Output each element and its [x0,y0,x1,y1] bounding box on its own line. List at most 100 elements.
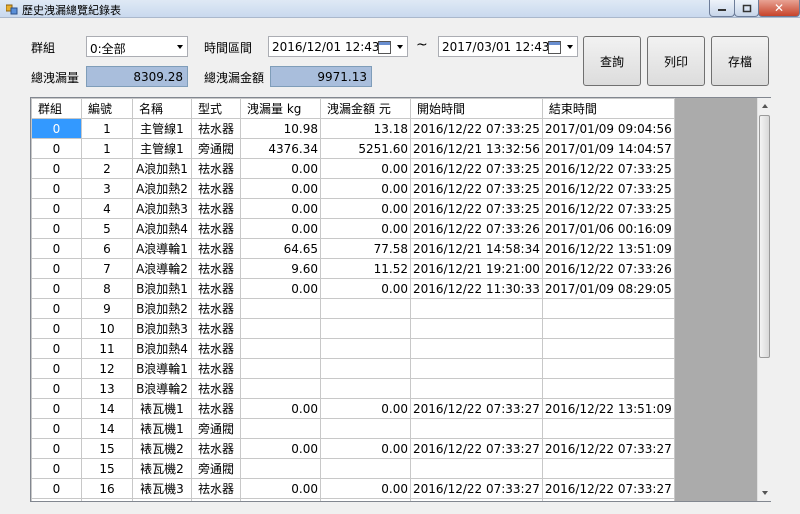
start-date-picker[interactable]: 2016/12/01 12:43 [268,36,408,57]
table-row[interactable]: 0 4 A浪加熱3 祛水器 0.00 0.00 2016/12/22 07:33:25 201… [31,198,675,219]
table-cell[interactable]: 0.00 [320,478,411,499]
table-cell[interactable]: 2016/12/22 07:33:27 [541,478,675,499]
table-cell[interactable]: 祛水器 [191,118,241,139]
table-cell[interactable]: 2016/12/22 07:33:27 [410,478,543,499]
table-cell[interactable]: 0 [31,378,82,399]
table-cell[interactable]: 0 [31,478,82,499]
table-cell[interactable]: 6 [81,238,133,259]
table-cell[interactable]: 11.52 [320,258,411,279]
query-button[interactable]: 查詢 [583,36,641,86]
table-cell[interactable]: 2016/12/22 11:30:33 [410,278,543,299]
table-cell[interactable]: 0.00 [320,158,411,179]
table-row[interactable]: 0 6 A浪導輪1 祛水器 64.65 77.58 2016/12/21 14:58:34 2… [31,238,675,259]
table-row[interactable]: 0 2 A浪加熱1 祛水器 0.00 0.00 2016/12/22 07:33:25 201… [31,158,675,179]
table-cell[interactable]: 祛水器 [191,398,241,419]
table-cell[interactable]: 0 [31,358,82,379]
table-cell[interactable]: 14 [81,418,133,439]
table-cell[interactable]: 2016/12/22 07:33:25 [410,198,543,219]
table-cell[interactable] [410,458,543,479]
table-cell[interactable] [410,358,543,379]
table-cell[interactable]: 2016/12/21 13:32:56 [410,138,543,159]
table-cell[interactable]: 0 [31,458,82,479]
table-cell[interactable]: 10 [81,318,133,339]
table-cell[interactable] [410,418,543,439]
table-row[interactable]: 0 14 裱瓦機1 旁通閥 [31,418,675,439]
table-cell[interactable]: 2016/12/22 07:33:25 [541,158,675,179]
table-cell[interactable]: 2016/12/22 07:33:25 [410,118,543,139]
table-cell[interactable]: 2016/12/22 07:33:25 [410,158,543,179]
table-cell[interactable]: 祛水器 [191,278,241,299]
table-cell[interactable] [410,318,543,339]
table-cell[interactable]: 2016/12/22 07:33:27 [410,438,543,459]
table-cell[interactable]: 0.00 [320,178,411,199]
table-row[interactable]: 0 1 主管線1 旁通閥 4376.34 5251.60 2016/12/21 13:32:… [31,138,675,159]
table-cell[interactable]: 2016/12/22 07:33:25 [541,198,675,219]
table-cell[interactable]: 0.00 [240,198,321,219]
table-cell[interactable]: 0 [31,398,82,419]
table-cell[interactable]: 2016/12/22 13:51:09 [541,238,675,259]
table-cell[interactable]: 1 [81,118,133,139]
table-cell[interactable]: 15 [81,438,133,459]
table-cell[interactable]: 1 [81,138,133,159]
table-cell[interactable] [320,378,411,399]
table-cell[interactable]: 裱瓦機3 [132,498,192,501]
end-date-picker[interactable]: 2017/03/01 12:43 [438,36,578,57]
table-row[interactable]: 016裱瓦機3旁通閥0.000.002016/12/22 13:51:09201… [31,498,675,501]
table-cell[interactable]: 裱瓦機1 [132,398,192,419]
table-cell[interactable]: 0 [31,118,82,139]
table-cell[interactable]: 0 [31,318,82,339]
table-cell[interactable]: 0.00 [320,198,411,219]
table-cell[interactable]: 主管線1 [132,118,192,139]
table-cell[interactable]: 0 [31,338,82,359]
scroll-up-arrow-icon[interactable] [762,104,768,108]
table-cell[interactable]: 祛水器 [191,238,241,259]
table-cell[interactable]: 2016/12/22 07:33:27 [541,438,675,459]
table-cell[interactable]: 2016/12/22 13:51:09 [541,498,675,501]
table-cell[interactable]: 祛水器 [191,218,241,239]
table-cell[interactable]: 2017/01/09 14:04:57 [541,138,675,159]
table-row[interactable]: 0 1 主管線1 祛水器 10.98 13.18 2016/12/22 07:33:25 20… [31,118,675,139]
table-cell[interactable]: 祛水器 [191,478,241,499]
table-cell[interactable]: 2016/12/22 07:33:26 [541,258,675,279]
table-cell[interactable]: 3 [81,178,133,199]
table-cell[interactable]: 2016/12/22 07:33:27 [410,398,543,419]
table-cell[interactable]: 12 [81,358,133,379]
table-cell[interactable]: 0 [31,198,82,219]
table-cell[interactable]: 0 [31,218,82,239]
table-cell[interactable]: 祛水器 [191,318,241,339]
table-cell[interactable]: 8 [81,278,133,299]
table-cell[interactable] [541,418,675,439]
table-cell[interactable] [240,458,321,479]
table-row[interactable]: 0 7 A浪導輪2 祛水器 9.60 11.52 2016/12/21 19:21:00 20… [31,258,675,279]
table-cell[interactable] [410,338,543,359]
table-cell[interactable]: 13 [81,378,133,399]
table-cell[interactable]: 0 [31,278,82,299]
table-cell[interactable]: A浪導輪2 [132,258,192,279]
table-row[interactable]: 0 8 B浪加熱1 祛水器 0.00 0.00 2016/12/22 11:30:33 201… [31,278,675,299]
scrollbar-thumb[interactable] [759,115,770,358]
scroll-down-arrow-icon[interactable] [762,491,768,495]
table-cell[interactable]: 0 [31,498,82,501]
table-cell[interactable]: 0.00 [240,478,321,499]
table-cell[interactable]: 祛水器 [191,438,241,459]
column-header[interactable]: 洩漏金額 元 [320,98,411,119]
column-header[interactable]: 洩漏量 kg [240,98,321,119]
table-cell[interactable]: A浪導輪1 [132,238,192,259]
table-cell[interactable] [320,338,411,359]
table-cell[interactable]: 2 [81,158,133,179]
table-row[interactable]: 0 15 裱瓦機2 祛水器 0.00 0.00 2016/12/22 07:33:27 201… [31,438,675,459]
table-cell[interactable]: 祛水器 [191,378,241,399]
table-cell[interactable]: 0 [31,438,82,459]
column-header[interactable]: 編號 [81,98,133,119]
table-cell[interactable]: 0 [31,298,82,319]
minimize-button[interactable] [709,0,735,17]
table-cell[interactable]: 0 [31,238,82,259]
table-cell[interactable] [541,458,675,479]
table-cell[interactable]: 4 [81,198,133,219]
table-cell[interactable]: 0.00 [240,218,321,239]
table-cell[interactable]: 0.00 [320,218,411,239]
table-cell[interactable]: 2017/01/09 09:04:56 [541,118,675,139]
table-cell[interactable] [410,378,543,399]
table-row[interactable]: 0 11 B浪加熱4 祛水器 [31,338,675,359]
table-cell[interactable]: 16 [81,498,133,501]
